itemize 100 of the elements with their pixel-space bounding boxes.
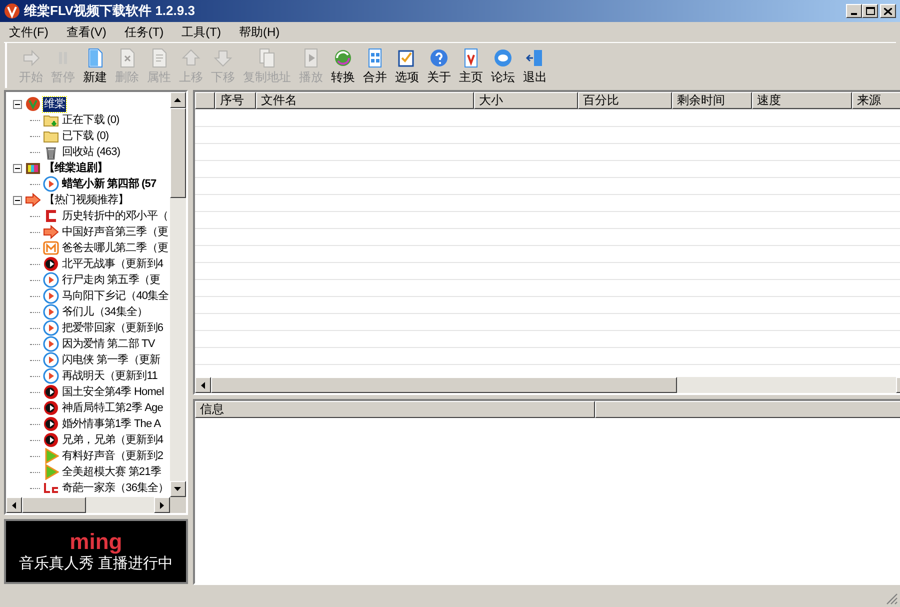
checklist-icon: [397, 48, 417, 68]
tree-item[interactable]: 有料好声音（更新到2: [61, 448, 164, 464]
column-header[interactable]: 大小: [474, 92, 578, 109]
play-icon: [43, 336, 59, 352]
banner-text: 音乐真人秀 直播进行中: [18, 554, 173, 574]
maximize-icon: [866, 7, 874, 15]
minimize-button[interactable]: [846, 4, 862, 18]
scroll-right-button[interactable]: [154, 497, 170, 513]
scrollbar-corner: [170, 497, 186, 513]
menu-item[interactable]: 文件(F): [4, 23, 54, 41]
tree-item[interactable]: 蜡笔小新 第四部 (57: [61, 176, 158, 192]
app-logo-icon: [4, 3, 20, 19]
tree-item[interactable]: 把爱带回家（更新到6: [61, 320, 164, 336]
resize-grip-icon[interactable]: [886, 593, 898, 605]
tree-item[interactable]: 正在下载 (0): [61, 112, 120, 128]
left-arrow-icon: [12, 502, 16, 508]
tree-item[interactable]: 北平无战事（更新到4: [61, 256, 164, 272]
play-icon: [43, 384, 59, 400]
toolbar-button[interactable]: 退出: [519, 45, 551, 88]
column-header[interactable]: 序号: [214, 92, 256, 109]
tree-item[interactable]: 全美超模大赛 第21季: [61, 464, 162, 480]
right-arrow-icon: [21, 48, 41, 68]
toolbar-button[interactable]: 转换: [327, 45, 359, 88]
toolbar-button[interactable]: 合并: [359, 45, 391, 88]
scroll-left-button[interactable]: [6, 497, 22, 513]
scroll-down-button[interactable]: [170, 481, 186, 497]
tree-item[interactable]: 回收站 (463): [61, 144, 122, 160]
column-header[interactable]: [194, 92, 215, 109]
toolbar-button[interactable]: 关于: [423, 45, 455, 88]
tree-item[interactable]: 爷们儿（34集全）: [61, 304, 149, 320]
banner-logo: ming: [70, 530, 122, 554]
toolbar-button[interactable]: 论坛: [487, 45, 519, 88]
tree-item[interactable]: 兄弟，兄弟（更新到4: [61, 432, 164, 448]
scroll-thumb[interactable]: [170, 108, 186, 198]
up-arrow-icon: [174, 98, 182, 102]
collapse-toggle[interactable]: [12, 164, 22, 172]
play-icon: [43, 400, 59, 416]
minimize-icon: [851, 13, 857, 15]
tree-item[interactable]: 神盾局特工第2季 Age: [61, 400, 164, 416]
close-icon: [884, 8, 892, 14]
play-icon: [43, 272, 59, 288]
right-arrow-icon: [25, 192, 41, 208]
play-icon: [43, 304, 59, 320]
tree-item[interactable]: 闪电侠 第一季（更新: [61, 352, 162, 368]
tree-item[interactable]: 已下载 (0): [61, 128, 110, 144]
play-icon: [43, 352, 59, 368]
up-arrow-icon: [181, 48, 201, 68]
scroll-left-button[interactable]: [194, 377, 211, 393]
play-icon: [43, 368, 59, 384]
toolbar-button[interactable]: 新建: [79, 45, 111, 88]
tree-item[interactable]: 中国好声音第三季（更: [61, 224, 170, 240]
tree-item[interactable]: 再战明天（更新到11: [61, 368, 158, 384]
column-header[interactable]: 信息: [194, 401, 595, 418]
menu-item[interactable]: 工具(T): [176, 23, 226, 41]
tree-item[interactable]: 行尸走肉 第五季（更: [61, 272, 162, 288]
logo-icon: [25, 96, 41, 112]
globe-icon: [333, 48, 353, 68]
letter-c-icon: [43, 208, 59, 224]
maximize-button[interactable]: [862, 4, 878, 18]
tree-item[interactable]: 婚外情事第1季 The A: [61, 416, 162, 432]
column-header[interactable]: [594, 401, 900, 418]
tree-item[interactable]: 因为爱情 第二部 TV: [61, 336, 156, 352]
play-icon: [43, 416, 59, 432]
copy-icon: [257, 48, 277, 68]
collapse-toggle[interactable]: [12, 196, 22, 204]
column-header[interactable]: 文件名: [256, 92, 474, 109]
menu-item[interactable]: 帮助(H): [234, 23, 285, 41]
play-icon: [43, 176, 59, 192]
help-icon: [429, 48, 449, 68]
collapse-toggle[interactable]: [12, 100, 22, 108]
play-icon: [43, 448, 59, 464]
scroll-thumb[interactable]: [210, 377, 677, 393]
menu-item[interactable]: 查看(V): [61, 23, 112, 41]
tree-item[interactable]: 马向阳下乡记（40集全: [61, 288, 170, 304]
scroll-thumb[interactable]: [22, 497, 86, 513]
column-header[interactable]: 来源: [852, 92, 900, 109]
play-icon: [43, 256, 59, 272]
column-header[interactable]: 百分比: [578, 92, 672, 109]
scroll-up-button[interactable]: [170, 92, 186, 108]
tree-item[interactable]: 国土安全第4季 Homel: [61, 384, 165, 400]
window-title: 维棠FLV视频下载软件 1.2.9.3: [24, 2, 195, 20]
play-icon: [43, 288, 59, 304]
tree-item[interactable]: 爸爸去哪儿第二季（更: [61, 240, 170, 256]
column-header[interactable]: 剩余时间: [672, 92, 752, 109]
down-arrow-icon: [174, 487, 182, 491]
close-button[interactable]: [880, 4, 896, 18]
le-logo-icon: [43, 480, 59, 496]
ad-banner[interactable]: ming 音乐真人秀 直播进行中: [4, 519, 188, 584]
toolbar-button[interactable]: 选项: [391, 45, 423, 88]
tree-item[interactable]: 奇葩一家亲（36集全）: [61, 480, 170, 496]
tree-item[interactable]: 【热门视频推荐】: [43, 192, 130, 208]
column-header[interactable]: 速度: [752, 92, 852, 109]
menu-item[interactable]: 任务(T): [119, 23, 169, 41]
right-arrow-icon: [160, 502, 164, 508]
tree-item[interactable]: 历史转折中的邓小平（: [61, 208, 170, 224]
chat-bubble-icon: [493, 48, 513, 68]
toolbar-button[interactable]: 主页: [455, 45, 487, 88]
tree-item[interactable]: 维棠: [43, 96, 66, 112]
play-icon: [43, 432, 59, 448]
tree-item[interactable]: 【维棠追剧】: [43, 160, 109, 176]
